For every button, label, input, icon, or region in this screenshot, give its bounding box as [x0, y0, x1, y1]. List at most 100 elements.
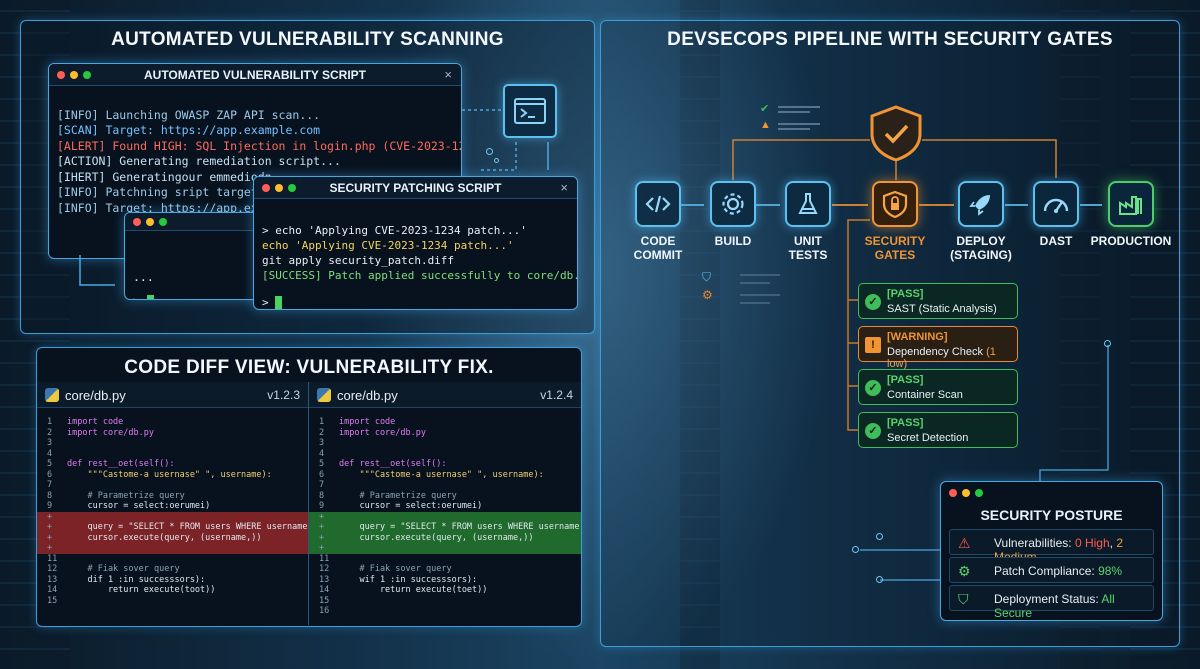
file-name: core/db.py: [65, 388, 126, 403]
window-controls[interactable]: [133, 218, 167, 226]
line-code: query = "SELECT * FROM users WHERE usern…: [359, 522, 580, 532]
line-number: 13: [47, 574, 58, 585]
output-line: echo 'Applying CVE-2023-1234 patch...': [262, 239, 514, 252]
diff-line: 8 # Parametrize query: [309, 491, 581, 502]
window-controls[interactable]: [949, 489, 983, 497]
line-number: +: [47, 532, 53, 543]
lock-shield-icon[interactable]: [872, 181, 918, 227]
minimize-dot-icon[interactable]: [146, 218, 154, 226]
diff-line: 13 wif 1 :in successsors):: [309, 575, 581, 586]
close-dot-icon[interactable]: [133, 218, 141, 226]
warning-icon: ▲: [760, 119, 771, 131]
line-number: +: [319, 511, 325, 522]
stage-label-security-gates: SECURITY GATES: [864, 234, 926, 262]
diff-line: 4: [37, 449, 308, 460]
diff-line: 6 """Castome-a usernase" ", username):: [309, 470, 581, 481]
line-number: +: [47, 543, 53, 553]
maximize-dot-icon[interactable]: [975, 489, 983, 497]
patch-output[interactable]: > echo 'Applying CVE-2023-1234 patch...'…: [254, 199, 577, 309]
gate-container-scan[interactable]: ✓ [PASS] Container Scan: [858, 369, 1018, 405]
gate-dependency-check[interactable]: ! [WARNING] Dependency Check (1 low): [858, 326, 1018, 370]
speedometer-icon[interactable]: [1033, 181, 1079, 227]
line-number: 1: [47, 417, 53, 427]
posture-row-patch-compliance[interactable]: ⚙ Patch Compliance: 98%: [949, 557, 1154, 583]
rocket-icon[interactable]: [958, 181, 1004, 227]
diff-line: 4: [309, 449, 581, 460]
line-number: 11: [319, 553, 330, 564]
mini-terminal-output[interactable]: ... >: [125, 231, 273, 299]
gear-icon[interactable]: [710, 181, 756, 227]
line-code: def rest__oet(self():: [67, 459, 175, 469]
gate-status: [PASS]: [887, 417, 924, 429]
gate-secret-detection[interactable]: ✓ [PASS] Secret Detection: [858, 412, 1018, 448]
gate-status: [WARNING]: [887, 331, 948, 343]
line-code: import core/db.py: [67, 427, 154, 438]
line-number: 3: [319, 438, 325, 448]
maximize-dot-icon[interactable]: [159, 218, 167, 226]
close-dot-icon[interactable]: [949, 489, 957, 497]
diff-line: 8 # Parametrize query: [37, 491, 308, 502]
line-number: 13: [319, 574, 330, 585]
close-icon[interactable]: ×: [560, 180, 568, 195]
line-number: 6: [47, 469, 53, 480]
line-number: 2: [47, 427, 53, 438]
diff-line: 15: [37, 596, 308, 607]
window-titlebar[interactable]: SECURITY PATCHING SCRIPT ×: [254, 177, 577, 199]
diff-line: 12 # Fiak sover query: [309, 564, 581, 575]
minimize-dot-icon[interactable]: [962, 489, 970, 497]
line-number: 12: [319, 564, 330, 574]
diff-line: 9 cursor = select:oerumei): [309, 501, 581, 512]
posture-row-deployment-status[interactable]: ⛉ Deployment Status: All Secure: [949, 585, 1154, 620]
diff-line-added: +: [309, 511, 581, 522]
version-label: v1.2.3: [267, 388, 300, 402]
line-number: 15: [47, 595, 58, 606]
gate-sast[interactable]: ✓ [PASS] SAST (Static Analysis): [858, 283, 1018, 319]
line-number: 9: [47, 501, 53, 511]
line-number: 9: [319, 501, 325, 511]
shield-small-icon: ⛉: [702, 270, 712, 284]
stage-label: DEPLOY (STAGING): [950, 234, 1012, 262]
window-titlebar[interactable]: [941, 482, 1162, 502]
line-number: 14: [47, 585, 58, 595]
mini-terminal-window[interactable]: ... >: [124, 212, 274, 300]
gate-status: [PASS]: [887, 374, 924, 386]
patch-script-window[interactable]: SECURITY PATCHING SCRIPT × > echo 'Apply…: [253, 176, 578, 310]
line-code: # Parametrize query: [339, 490, 457, 501]
diff-file-header[interactable]: core/db.py v1.2.4: [309, 382, 581, 408]
flask-icon[interactable]: [785, 181, 831, 227]
window-titlebar[interactable]: [125, 213, 273, 231]
code-icon[interactable]: [635, 181, 681, 227]
diff-line: 5 def rest__oet(self():: [37, 459, 308, 470]
posture-text: Deployment Status: All Secure: [994, 592, 1115, 620]
dot-icon: [494, 158, 499, 163]
line-number: 4: [319, 448, 325, 459]
diff-right-pane[interactable]: core/db.py v1.2.4 1 import code 2 import co…: [309, 382, 581, 625]
diff-lines: 1 import code 2 import core/db.py 3 4 5 def res…: [309, 408, 581, 617]
diff-line-added: + query = "SELECT * FROM users WHERE use…: [309, 522, 581, 533]
panel-title: CODE DIFF VIEW: VULNERABILITY FIX.: [124, 357, 494, 378]
version-label: v1.2.4: [540, 388, 573, 402]
line-number: 5: [47, 459, 53, 469]
diff-line: 13 dif 1 :in successsors):: [37, 575, 308, 586]
stage-label: CODE COMMIT: [633, 234, 683, 262]
gate-name: Secret Detection: [887, 432, 969, 444]
diff-file-header[interactable]: core/db.py v1.2.3: [37, 382, 308, 408]
gear-small-icon: ⚙: [702, 288, 713, 302]
diff-line: 9 cursor = select:oerumei): [37, 501, 308, 512]
window-title: SECURITY PATCHING SCRIPT: [329, 181, 502, 195]
diff-line: 15: [309, 596, 581, 607]
posture-row-vulnerabilities[interactable]: ⚠ Vulnerabilities: 0 High, 2 Medium: [949, 529, 1154, 564]
diff-line: 2 import core/db.py: [309, 428, 581, 439]
line-code: cursor = select:oerumei): [339, 501, 483, 511]
line-number: 12: [47, 564, 58, 574]
diff-line: 7: [309, 480, 581, 491]
security-posture-window[interactable]: SECURITY POSTURE ⚠ Vulnerabilities: 0 Hi…: [940, 481, 1163, 621]
diff-line-removed: +: [37, 543, 308, 554]
diff-left-pane[interactable]: core/db.py v1.2.3 1 import code 2 import co…: [37, 382, 309, 625]
gate-name: SAST (Static Analysis): [887, 303, 997, 315]
line-code: cursor.execute(query, (username,)): [67, 532, 262, 543]
factory-icon[interactable]: [1108, 181, 1154, 227]
dot-icon: [852, 546, 859, 553]
line-code: dif 1 :in successsors):: [67, 574, 206, 585]
prompt: >: [262, 296, 269, 309]
